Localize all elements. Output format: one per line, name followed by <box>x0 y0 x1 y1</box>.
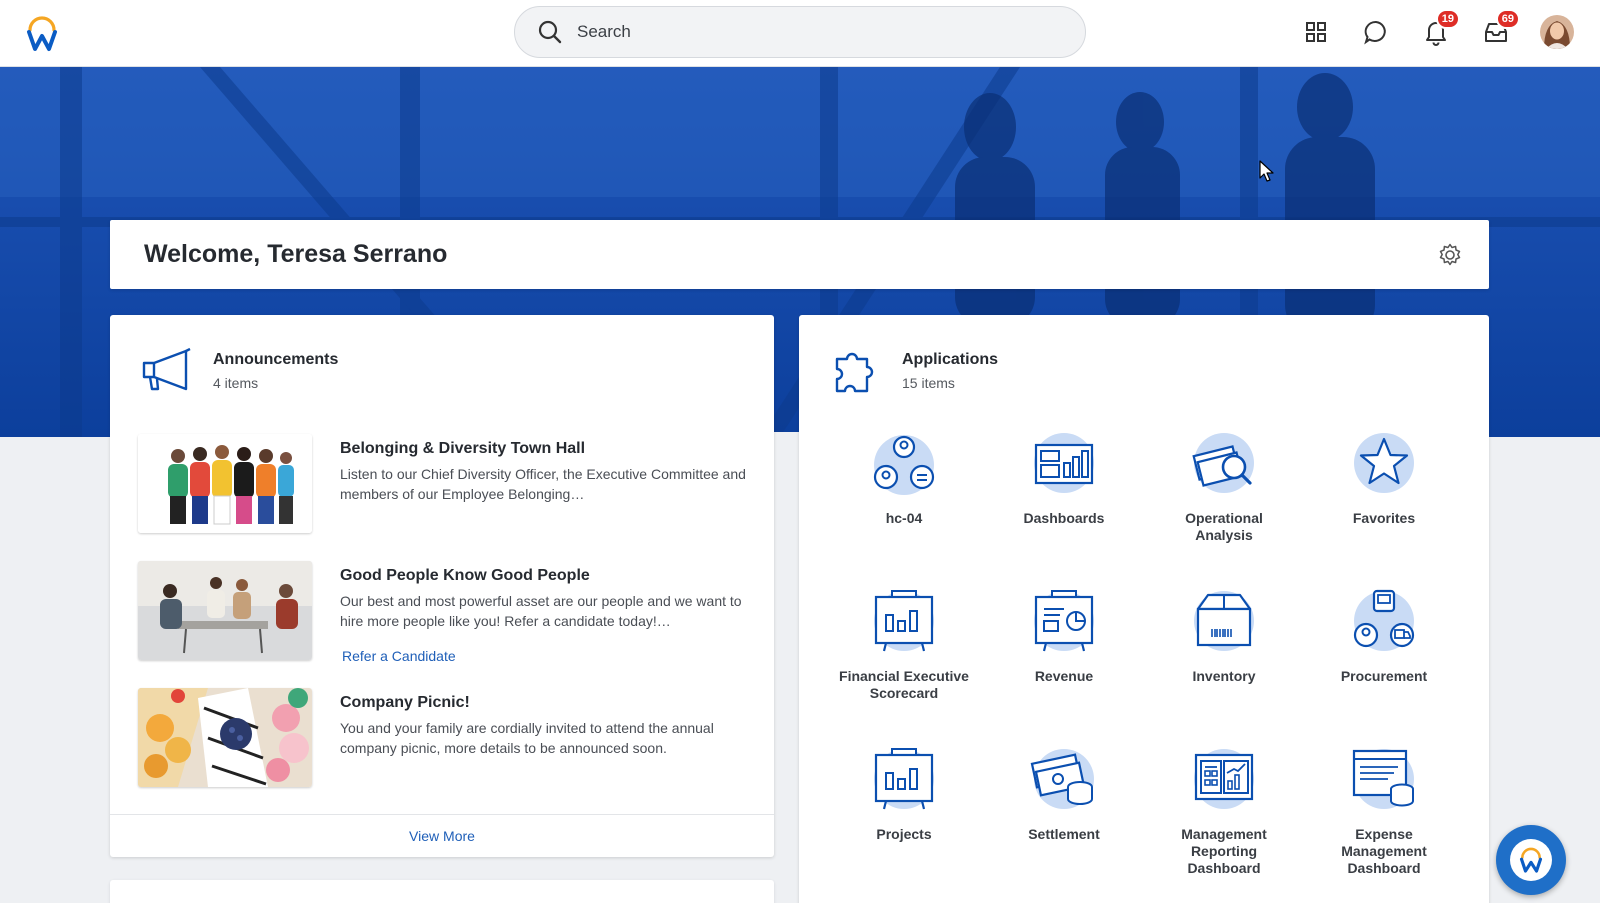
chat-bubble-icon[interactable] <box>1360 16 1392 48</box>
app-label: Projects <box>876 826 932 842</box>
announcement-item[interactable]: Belonging & Diversity Town Hall Listen t… <box>138 434 748 534</box>
app-label: Operational Analysis <box>1185 510 1263 543</box>
applications-title: Applications <box>902 351 999 368</box>
diversity-people-image <box>138 434 312 533</box>
view-more-bar: View More <box>110 814 774 857</box>
app-tile-procurement[interactable]: Procurement <box>1319 585 1449 685</box>
report-chart-icon <box>1194 749 1254 809</box>
app-label: Management Reporting Dashboard <box>1181 826 1267 876</box>
app-tile-projects[interactable]: Projects <box>839 743 969 843</box>
gear-icon[interactable] <box>1437 242 1463 268</box>
app-tile-inventory[interactable]: Inventory <box>1159 585 1289 685</box>
announcements-card: Announcements 4 items Belonging & Divers… <box>110 315 774 857</box>
app-tile-settlement[interactable]: Settlement <box>999 743 1129 843</box>
search-bar[interactable]: Search <box>514 6 1086 58</box>
announcement-description: Our best and most powerful asset are our… <box>340 593 742 629</box>
applications-card: Applications 15 items hc-04 Dashboards O… <box>799 315 1489 903</box>
welcome-banner: Welcome, Teresa Serrano <box>110 220 1489 289</box>
puzzle-piece-icon <box>835 352 874 393</box>
app-tile-management-reporting-dashboard[interactable]: Management Reporting Dashboard <box>1159 743 1289 877</box>
people-group-icon <box>873 435 935 495</box>
top-bar: Search 19 69 <box>0 0 1600 67</box>
cash-coins-icon <box>1030 749 1094 809</box>
presentation-board-icon <box>874 590 934 652</box>
announcement-title[interactable]: Company Picnic! <box>340 694 470 712</box>
app-label: Inventory <box>1192 668 1256 684</box>
announcement-description: You and your family are cordially invite… <box>340 720 714 756</box>
search-input[interactable]: Search <box>577 22 631 42</box>
dashboard-icon <box>1034 433 1094 493</box>
refer-candidate-link[interactable]: Refer a Candidate <box>342 648 456 664</box>
announcement-description: Listen to our Chief Diversity Officer, t… <box>340 466 746 502</box>
app-label: Favorites <box>1352 510 1416 526</box>
workday-logo[interactable] <box>24 14 60 52</box>
procurement-icon <box>1353 589 1415 651</box>
app-label: Settlement <box>1028 826 1100 842</box>
app-tile-favorites[interactable]: Favorites <box>1319 427 1449 527</box>
search-icon <box>538 20 562 44</box>
app-label: hc-04 <box>885 510 923 526</box>
apps-grid-icon[interactable] <box>1300 16 1332 48</box>
revenue-board-icon <box>1034 590 1094 652</box>
app-label: Dashboards <box>1023 510 1105 526</box>
presentation-board-icon <box>874 748 934 810</box>
view-more-link[interactable]: View More <box>409 828 475 844</box>
app-tile-financial-executive-scorecard[interactable]: Financial Executive Scorecard <box>839 585 969 702</box>
announcement-item[interactable]: Company Picnic! You and your family are … <box>138 688 748 788</box>
notifications-bell-icon[interactable]: 19 <box>1420 9 1460 48</box>
announcement-title[interactable]: Good People Know Good People <box>340 567 590 585</box>
box-icon <box>1194 591 1254 651</box>
app-tile-expense-management-dashboard[interactable]: Expense Management Dashboard <box>1319 743 1449 877</box>
notifications-badge: 19 <box>1435 9 1460 29</box>
money-magnifier-icon <box>1192 433 1254 493</box>
picnic-food-image <box>138 688 312 787</box>
user-avatar[interactable] <box>1540 15 1574 49</box>
workday-assistant-icon <box>1510 839 1552 881</box>
app-tile-dashboards[interactable]: Dashboards <box>999 427 1129 527</box>
applications-count: 15 items <box>902 375 955 391</box>
app-tile-revenue[interactable]: Revenue <box>999 585 1129 685</box>
announcement-title[interactable]: Belonging & Diversity Town Hall <box>340 440 585 458</box>
office-meeting-image <box>138 561 312 660</box>
app-tile-hc-04[interactable]: hc-04 <box>839 427 969 527</box>
app-label: Expense Management Dashboard <box>1341 826 1427 876</box>
app-tile-operational-analysis[interactable]: Operational Analysis <box>1159 427 1289 544</box>
assistant-chat-button[interactable] <box>1496 825 1566 895</box>
inbox-badge: 69 <box>1495 9 1520 29</box>
mouse-cursor-icon <box>1259 160 1274 182</box>
inbox-tray-icon[interactable]: 69 <box>1480 9 1520 48</box>
announcements-count: 4 items <box>213 375 259 391</box>
app-label: Procurement <box>1340 668 1428 684</box>
app-label: Revenue <box>1034 668 1094 684</box>
app-label: Financial Executive Scorecard <box>839 668 969 701</box>
next-card-peek <box>110 880 774 903</box>
megaphone-icon <box>142 347 191 391</box>
star-icon <box>1354 433 1414 493</box>
announcement-item[interactable]: Good People Know Good People Our best an… <box>138 561 748 664</box>
announcements-title: Announcements <box>213 351 339 368</box>
welcome-title: Welcome, Teresa Serrano <box>144 240 448 268</box>
expense-icon <box>1352 749 1414 809</box>
